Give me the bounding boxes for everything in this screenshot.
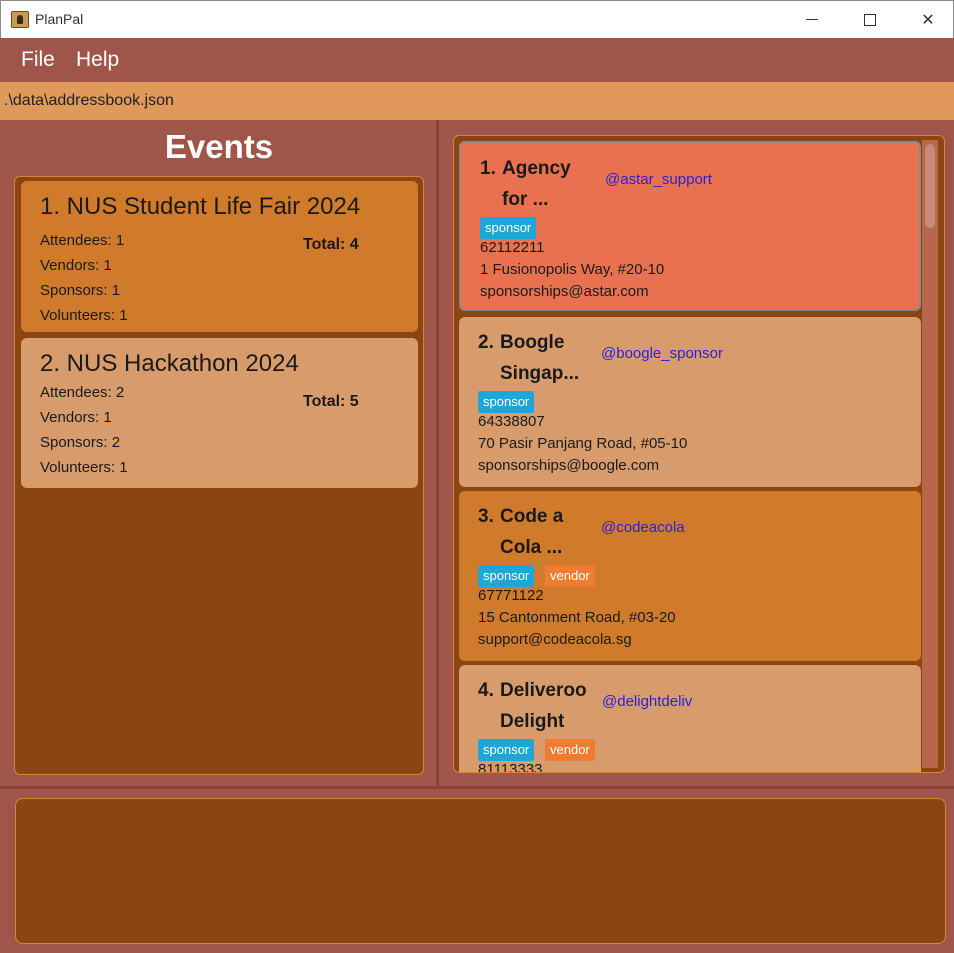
event-title: 2. NUS Hackathon 2024: [40, 350, 299, 377]
event-vendors: Vendors: 1: [40, 409, 112, 426]
app-icon: [11, 11, 29, 28]
result-display[interactable]: [15, 798, 946, 944]
tag-sponsor: sponsor: [478, 565, 535, 587]
event-total: Total: 5: [303, 393, 359, 410]
event-attendees: Attendees: 1: [40, 232, 125, 249]
contact-card[interactable]: 2. Boogle Singap... @boogle_sponsor spon…: [459, 317, 921, 487]
contact-address: 1 Fusionopolis Way, #20-10: [480, 261, 665, 278]
minimize-button[interactable]: [783, 1, 841, 39]
contact-phone: 64338807: [478, 413, 545, 430]
tag-sponsor: sponsor: [480, 217, 537, 239]
title-bar: PlanPal ✕: [0, 0, 954, 38]
tag-vendor: vendor: [545, 739, 595, 761]
contact-email: sponsorships@astar.com: [480, 283, 649, 300]
window-title: PlanPal: [35, 11, 84, 27]
event-card[interactable]: 1. NUS Student Life Fair 2024 Attendees:…: [21, 181, 418, 332]
contact-card[interactable]: 4. Deliveroo Delight @delightdeliv spons…: [459, 665, 921, 773]
vertical-divider[interactable]: [436, 120, 439, 788]
maximize-button[interactable]: [841, 1, 899, 39]
contact-card[interactable]: 1. Agency for ... @astar_support sponsor…: [459, 141, 921, 311]
file-path: .\data\addressbook.json: [4, 92, 174, 109]
menu-bar: File Help: [0, 38, 954, 82]
close-button[interactable]: ✕: [899, 1, 954, 39]
contacts-list[interactable]: 1. Agency for ... @astar_support sponsor…: [453, 135, 945, 773]
contacts-scrollbar[interactable]: [922, 140, 938, 768]
status-bar: .\data\addressbook.json: [0, 82, 954, 120]
contact-handle: @astar_support: [605, 171, 712, 188]
event-title: 1. NUS Student Life Fair 2024: [40, 193, 361, 220]
scroll-thumb[interactable]: [925, 144, 935, 228]
contact-card[interactable]: 3. Code a Cola ... @codeacola sponsor ve…: [459, 491, 921, 661]
events-list[interactable]: 1. NUS Student Life Fair 2024 Attendees:…: [14, 176, 424, 775]
event-card[interactable]: 2. NUS Hackathon 2024 Attendees: 2 Vendo…: [21, 338, 418, 488]
menu-help[interactable]: Help: [76, 48, 119, 72]
tag-vendor: vendor: [545, 565, 595, 587]
contact-handle: @boogle_sponsor: [601, 345, 723, 362]
events-heading: Events: [164, 128, 274, 165]
menu-file[interactable]: File: [21, 48, 55, 72]
contact-address: 70 Pasir Panjang Road, #05-10: [478, 435, 688, 452]
contact-email: support@codeacola.sg: [478, 631, 632, 648]
event-sponsors: Sponsors: 2: [40, 434, 121, 451]
event-vendors: Vendors: 1: [40, 257, 112, 274]
contact-email: sponsorships@boogle.com: [478, 457, 660, 474]
contact-handle: @codeacola: [601, 519, 685, 536]
event-sponsors: Sponsors: 1: [40, 282, 121, 299]
event-volunteers: Volunteers: 1: [40, 307, 128, 324]
contact-phone: 81113333: [478, 761, 543, 773]
contact-handle: @delightdeliv: [602, 693, 693, 710]
event-attendees: Attendees: 2: [40, 384, 125, 401]
horizontal-divider[interactable]: [0, 786, 954, 789]
tag-sponsor: sponsor: [478, 391, 535, 413]
contact-phone: 62112211: [480, 239, 545, 256]
contact-address: 15 Cantonment Road, #03-20: [478, 609, 676, 626]
event-volunteers: Volunteers: 1: [40, 459, 128, 476]
tag-sponsor: sponsor: [478, 739, 535, 761]
event-total: Total: 4: [303, 236, 359, 253]
contact-phone: 67771122: [478, 587, 544, 604]
